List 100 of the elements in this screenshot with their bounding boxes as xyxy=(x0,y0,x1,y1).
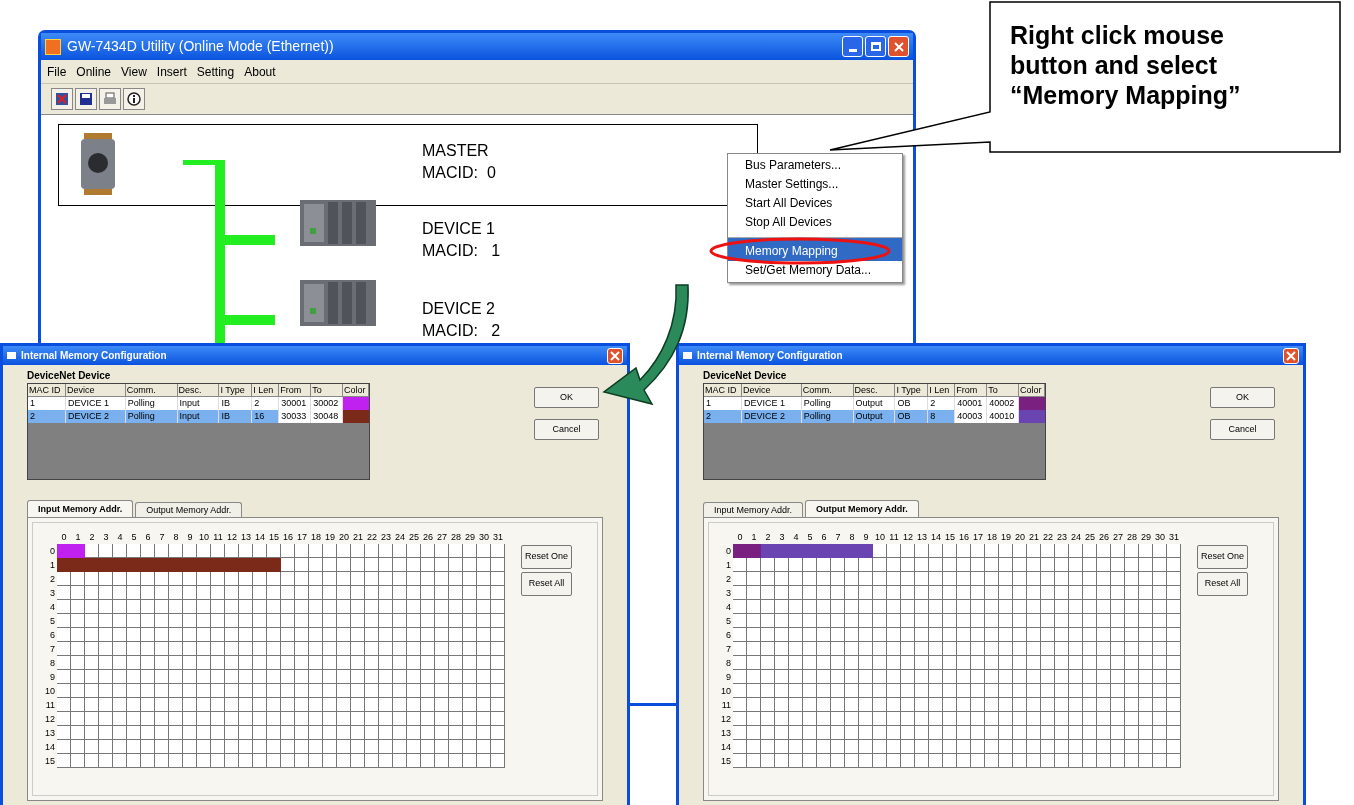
reset-button[interactable]: Reset One xyxy=(1197,545,1248,569)
reset-button[interactable]: Reset All xyxy=(1197,572,1248,596)
column-header: Device xyxy=(65,384,126,397)
column-number: 4 xyxy=(792,531,800,544)
column-number: 18 xyxy=(310,531,322,544)
close-button[interactable] xyxy=(607,347,623,364)
column-number: 19 xyxy=(1000,531,1012,544)
print-icon xyxy=(103,92,117,106)
table-cell: DEVICE 2 xyxy=(65,410,126,423)
close-icon xyxy=(610,350,620,361)
column-number: 29 xyxy=(464,531,476,544)
table-cell: 8 xyxy=(928,410,956,423)
column-number: 22 xyxy=(366,531,378,544)
reset-button[interactable]: Reset One xyxy=(521,545,572,569)
menu-item[interactable]: Online xyxy=(76,62,112,81)
toolbar-button[interactable] xyxy=(75,88,97,110)
tab[interactable]: Output Memory Addr. xyxy=(135,502,243,517)
info-icon xyxy=(127,92,141,106)
dialog-title: Internal Memory Configuration xyxy=(21,349,168,363)
menu-item[interactable]: About xyxy=(244,62,276,81)
column-number: 8 xyxy=(172,531,180,544)
context-menu-item[interactable]: Start All Devices xyxy=(728,194,902,213)
column-number: 9 xyxy=(186,531,194,544)
table-cell: 30048 xyxy=(311,410,344,423)
column-number: 19 xyxy=(324,531,336,544)
row-number: 0 xyxy=(49,545,56,558)
row-number: 2 xyxy=(49,573,56,586)
toolbar-button[interactable] xyxy=(51,88,73,110)
column-number: 11 xyxy=(888,531,900,544)
column-number: 20 xyxy=(338,531,350,544)
callout-text: button and select xyxy=(1010,50,1218,80)
column-number: 15 xyxy=(268,531,280,544)
column-number: 11 xyxy=(212,531,224,544)
callout-text: Right click mouse xyxy=(1010,20,1225,50)
dialog-button[interactable]: Cancel xyxy=(534,419,599,440)
table-cell: Polling xyxy=(125,397,178,410)
close-button[interactable] xyxy=(1283,347,1299,364)
callout-text: “Memory Mapping” xyxy=(1010,80,1241,110)
row-number: 3 xyxy=(725,587,732,600)
reset-button[interactable]: Reset All xyxy=(521,572,572,596)
column-header: Comm. xyxy=(801,384,854,397)
window-icon xyxy=(7,352,16,359)
row-number: 1 xyxy=(49,559,56,572)
column-number: 24 xyxy=(1070,531,1082,544)
menu-item[interactable]: Setting xyxy=(196,62,235,81)
node-name: MASTER xyxy=(422,141,490,161)
column-number: 7 xyxy=(158,531,166,544)
column-number: 9 xyxy=(862,531,870,544)
column-number: 30 xyxy=(1154,531,1166,544)
column-number: 26 xyxy=(1098,531,1110,544)
column-number: 21 xyxy=(1028,531,1040,544)
column-number: 21 xyxy=(352,531,364,544)
column-number: 28 xyxy=(450,531,462,544)
close-icon xyxy=(893,41,904,52)
column-number: 10 xyxy=(198,531,210,544)
row-number: 4 xyxy=(725,601,732,614)
dialog-button[interactable]: OK xyxy=(534,387,599,408)
maximize-button[interactable] xyxy=(865,36,886,57)
section-label: DeviceNet Device xyxy=(703,369,788,383)
column-number: 25 xyxy=(1084,531,1096,544)
column-number: 18 xyxy=(986,531,998,544)
dialog-button[interactable]: OK xyxy=(1210,387,1275,408)
table-cell: 40002 xyxy=(987,397,1020,410)
column-number: 2 xyxy=(88,531,96,544)
table-cell: 30001 xyxy=(279,397,312,410)
dialog-button[interactable]: Cancel xyxy=(1210,419,1275,440)
row-number: 3 xyxy=(49,587,56,600)
column-number: 25 xyxy=(408,531,420,544)
column-number: 4 xyxy=(116,531,124,544)
menu-item[interactable]: File xyxy=(47,62,67,81)
minimize-button[interactable] xyxy=(842,36,863,57)
table-cell: Output xyxy=(853,410,896,423)
context-menu-item[interactable]: Set/Get Memory Data... xyxy=(728,261,902,280)
context-menu-item[interactable]: Master Settings... xyxy=(728,175,902,194)
column-number: 5 xyxy=(806,531,814,544)
close-button[interactable] xyxy=(888,36,909,57)
table-cell: Output xyxy=(853,397,896,410)
column-number: 12 xyxy=(226,531,238,544)
row-number: 7 xyxy=(725,643,732,656)
menu-item[interactable]: View xyxy=(121,62,147,81)
row-number: 14 xyxy=(44,741,56,754)
context-menu-item[interactable]: Stop All Devices xyxy=(728,213,902,232)
menu-item[interactable]: Insert xyxy=(156,62,187,81)
table-cell: DEVICE 2 xyxy=(741,410,802,423)
column-header: MAC ID xyxy=(704,384,742,397)
context-menu-item[interactable]: Bus Parameters... xyxy=(728,156,902,175)
row-number: 0 xyxy=(725,545,732,558)
column-header: Comm. xyxy=(125,384,178,397)
column-number: 10 xyxy=(874,531,886,544)
toolbar-button[interactable] xyxy=(123,88,145,110)
row-number: 15 xyxy=(44,755,56,768)
tab[interactable]: Output Memory Addr. xyxy=(805,500,919,517)
column-number: 7 xyxy=(834,531,842,544)
row-number: 12 xyxy=(720,713,732,726)
tab[interactable]: Input Memory Addr. xyxy=(27,500,134,517)
dialog-title: Internal Memory Configuration xyxy=(697,349,844,363)
column-header: Color xyxy=(343,384,369,397)
tab[interactable]: Input Memory Addr. xyxy=(703,502,804,517)
table-cell: 40003 xyxy=(955,410,988,423)
table-cell: IB xyxy=(219,410,253,423)
